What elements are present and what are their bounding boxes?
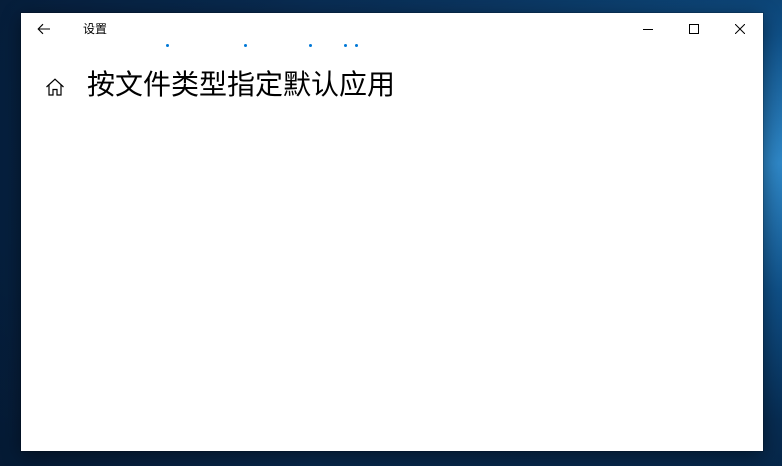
close-button[interactable] (717, 13, 763, 45)
minimize-icon (643, 29, 653, 30)
title-bar: 设置 (21, 13, 763, 45)
minimize-button[interactable] (625, 13, 671, 45)
page-header: 按文件类型指定默认应用 (21, 65, 763, 105)
app-title: 设置 (83, 22, 108, 36)
home-button[interactable] (41, 73, 69, 101)
back-button[interactable] (21, 13, 67, 45)
maximize-icon (689, 24, 699, 34)
settings-window: 设置 按文件类型指定默认应用 (21, 13, 763, 451)
maximize-button[interactable] (671, 13, 717, 45)
close-icon (735, 24, 745, 34)
desktop-background: 设置 按文件类型指定默认应用 (0, 0, 782, 466)
page-title: 按文件类型指定默认应用 (87, 68, 396, 101)
home-icon (46, 78, 64, 96)
back-arrow-icon (37, 23, 50, 35)
